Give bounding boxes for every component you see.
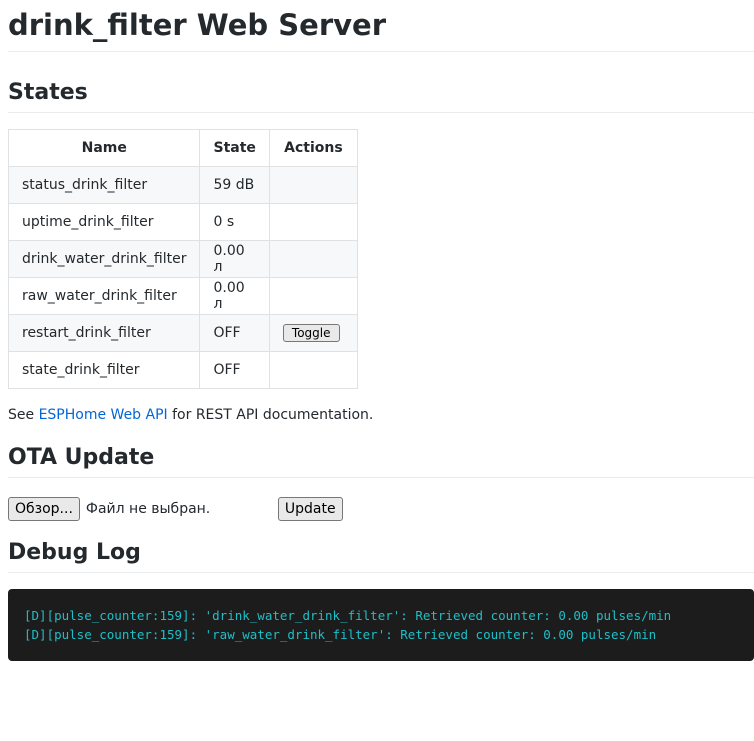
browse-button[interactable]: Обзор... bbox=[8, 497, 80, 521]
table-row: uptime_drink_filter 0 s bbox=[7, 203, 358, 241]
col-actions: Actions bbox=[268, 129, 358, 167]
table-row: status_drink_filter 59 dB bbox=[7, 166, 358, 204]
file-status: Файл не выбран. bbox=[85, 501, 211, 517]
page-title: drink_filter Web Server bbox=[8, 0, 754, 52]
table-row: restart_drink_filter OFF Toggle bbox=[7, 314, 358, 352]
entity-name: status_drink_filter bbox=[7, 166, 201, 204]
api-note: See ESPHome Web API for REST API documen… bbox=[8, 407, 374, 423]
ota-heading: OTA Update bbox=[8, 445, 754, 478]
table-row: drink_water_drink_filter 0.00 л bbox=[7, 240, 358, 278]
entity-state: 59 dB bbox=[199, 166, 270, 204]
col-state: State bbox=[199, 129, 270, 167]
entity-state: 0.00 л bbox=[199, 240, 270, 278]
log-line: [D][pulse_counter:159]: 'drink_water_dri… bbox=[24, 608, 672, 623]
table-row: state_drink_filter OFF bbox=[7, 351, 358, 389]
log-line: [D][pulse_counter:159]: 'raw_water_drink… bbox=[24, 627, 657, 642]
entity-name: raw_water_drink_filter bbox=[7, 277, 201, 315]
entity-state: 0.00 л bbox=[199, 277, 270, 315]
entity-state: OFF bbox=[199, 314, 270, 352]
table-row: raw_water_drink_filter 0.00 л bbox=[7, 277, 358, 315]
col-name: Name bbox=[7, 129, 201, 167]
debug-heading: Debug Log bbox=[8, 540, 754, 573]
debug-log: [D][pulse_counter:159]: 'drink_water_dri… bbox=[8, 589, 754, 661]
entity-name: uptime_drink_filter bbox=[7, 203, 201, 241]
states-heading: States bbox=[8, 80, 754, 113]
entity-state: 0 s bbox=[199, 203, 270, 241]
entity-name: state_drink_filter bbox=[7, 351, 201, 389]
entity-name: drink_water_drink_filter bbox=[7, 240, 201, 278]
ota-form: Обзор... Файл не выбран. Update bbox=[8, 497, 754, 521]
entity-name: restart_drink_filter bbox=[7, 314, 201, 352]
entity-state: OFF bbox=[199, 351, 270, 389]
update-button[interactable]: Update bbox=[277, 497, 343, 521]
toggle-button[interactable]: Toggle bbox=[282, 324, 340, 342]
states-table: Name State Actions status_drink_filter 59 d… bbox=[7, 129, 358, 389]
esphome-web-api-link[interactable]: ESPHome Web API bbox=[39, 407, 168, 423]
